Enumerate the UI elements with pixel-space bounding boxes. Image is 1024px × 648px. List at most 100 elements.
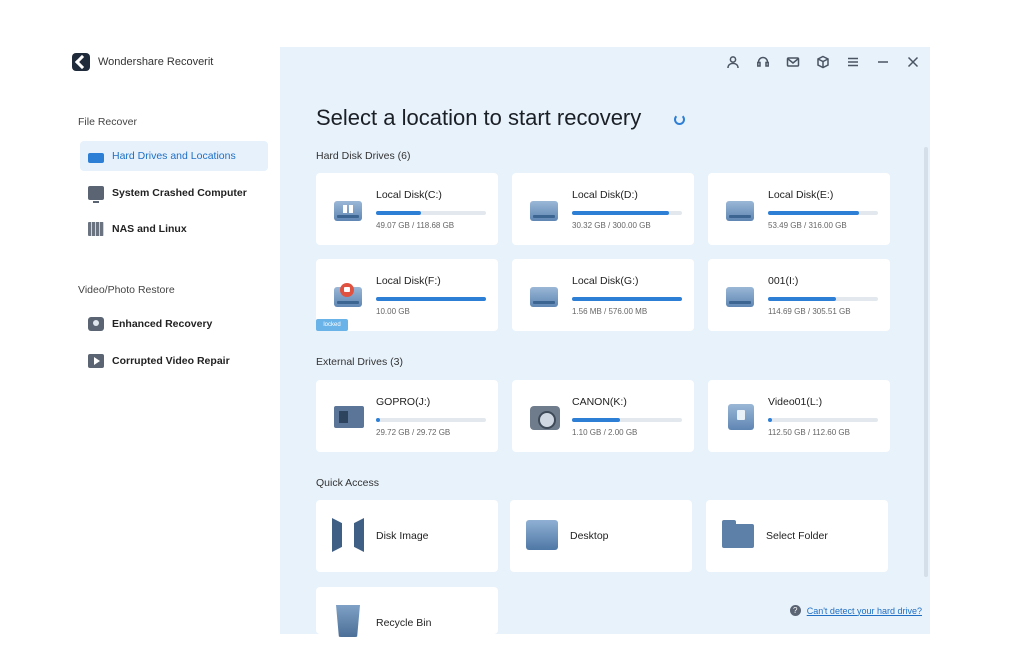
drive-name: Local Disk(C:) [376, 189, 442, 201]
video-repair-icon [88, 354, 104, 368]
drive-card-i[interactable]: 001(I:) 114.69 GB / 305.51 GB [708, 259, 890, 331]
quick-access-select-folder[interactable]: Select Folder [706, 500, 888, 572]
hard-disk-drives-title: Hard Disk Drives (6) [316, 150, 411, 162]
mail-icon[interactable] [784, 53, 802, 71]
usage-bar [572, 211, 682, 215]
monitor-icon [88, 186, 104, 203]
main-panel: Select a location to start recovery Hard… [280, 47, 930, 637]
quick-access-label: Disk Image [376, 530, 429, 542]
usage-bar [376, 418, 486, 422]
disk-image-icon [332, 518, 364, 546]
usage-bar-fill [768, 297, 837, 301]
quick-access-label: Recycle Bin [376, 617, 432, 629]
hard-drive-icon [332, 195, 364, 223]
drive-size: 30.32 GB / 300.00 GB [572, 221, 651, 230]
app-brand: Wondershare Recoverit [72, 52, 213, 72]
usb-drive-icon [724, 402, 756, 430]
drive-card-gopro[interactable]: GOPRO(J:) 29.72 GB / 29.72 GB [316, 380, 498, 452]
sidebar-item-system-crashed[interactable]: System Crashed Computer [80, 178, 268, 208]
drive-name: Local Disk(E:) [768, 189, 834, 201]
drive-card-g[interactable]: Local Disk(G:) 1.56 MB / 576.00 MB [512, 259, 694, 331]
drive-name: CANON(K:) [572, 396, 627, 408]
usage-bar [768, 297, 878, 301]
recycle-bin-icon [332, 605, 364, 637]
sidebar: Wondershare Recoverit File Recover Hard … [60, 44, 280, 634]
quick-access-recycle-bin[interactable]: Recycle Bin [316, 587, 498, 637]
app-name: Wondershare Recoverit [98, 56, 214, 68]
section-title-file-recover: File Recover [78, 116, 137, 128]
action-camera-icon [332, 402, 364, 430]
drive-size: 10.00 GB [376, 307, 410, 316]
drive-size: 112.50 GB / 112.60 GB [768, 428, 850, 437]
usage-bar [768, 211, 878, 215]
usage-bar [572, 297, 682, 301]
sidebar-item-label: Hard Drives and Locations [112, 150, 236, 162]
scrollbar[interactable] [924, 147, 928, 577]
drive-name: Local Disk(G:) [572, 275, 639, 287]
quick-access-desktop[interactable]: Desktop [510, 500, 692, 572]
drive-card-e[interactable]: Local Disk(E:) 53.49 GB / 316.00 GB [708, 173, 890, 245]
drive-card-d[interactable]: Local Disk(D:) 30.32 GB / 300.00 GB [512, 173, 694, 245]
lock-icon [340, 283, 354, 297]
page-title: Select a location to start recovery [316, 105, 642, 130]
usage-bar [376, 297, 486, 301]
folder-icon [722, 518, 754, 548]
drive-name: Local Disk(F:) [376, 275, 441, 287]
cube-icon[interactable] [814, 53, 832, 71]
sidebar-item-label: System Crashed Computer [112, 187, 247, 199]
window-toolbar [724, 53, 922, 71]
usage-bar-fill [376, 297, 486, 301]
usage-bar-fill [376, 211, 422, 215]
section-title-video-photo: Video/Photo Restore [78, 284, 175, 296]
drive-size: 29.72 GB / 29.72 GB [376, 428, 451, 437]
drive-card-c[interactable]: Local Disk(C:) 49.07 GB / 118.68 GB [316, 173, 498, 245]
drive-size: 49.07 GB / 118.68 GB [376, 221, 455, 230]
sidebar-item-hard-drives[interactable]: Hard Drives and Locations [80, 141, 268, 171]
cant-detect-drive-link[interactable]: ? Can't detect your hard drive? [789, 605, 922, 616]
quick-access-disk-image[interactable]: Disk Image [316, 500, 498, 572]
drive-size: 1.10 GB / 2.00 GB [572, 428, 638, 437]
help-icon: ? [789, 605, 801, 616]
drive-card-canon[interactable]: CANON(K:) 1.10 GB / 2.00 GB [512, 380, 694, 452]
recoverit-window: Wondershare Recoverit File Recover Hard … [60, 44, 930, 637]
usage-bar [572, 418, 682, 422]
hard-drive-icon [724, 195, 756, 223]
drive-size: 53.49 GB / 316.00 GB [768, 221, 847, 230]
hard-drive-icon [88, 153, 104, 163]
refresh-icon[interactable] [674, 114, 685, 125]
sidebar-item-label: Enhanced Recovery [112, 318, 213, 330]
drive-name: GOPRO(J:) [376, 396, 431, 408]
usage-bar [376, 211, 486, 215]
locked-tag: locked [316, 319, 348, 331]
help-link-text: Can't detect your hard drive? [806, 605, 922, 616]
usage-bar-fill [768, 418, 773, 422]
drive-card-f[interactable]: locked Local Disk(F:) 10.00 GB [316, 259, 498, 331]
usage-bar-fill [376, 418, 381, 422]
close-icon[interactable] [904, 53, 922, 71]
sidebar-item-enhanced-recovery[interactable]: Enhanced Recovery [80, 309, 268, 339]
drive-card-video01[interactable]: Video01(L:) 112.50 GB / 112.60 GB [708, 380, 890, 452]
minimize-icon[interactable] [874, 53, 892, 71]
locked-drive-icon [332, 281, 364, 309]
quick-access-title: Quick Access [316, 477, 380, 489]
hard-drive-icon [528, 195, 560, 223]
quick-access-label: Desktop [570, 530, 609, 542]
drive-name: Video01(L:) [768, 396, 823, 408]
support-icon[interactable] [754, 53, 772, 71]
usage-bar-fill [572, 297, 682, 301]
user-icon[interactable] [724, 53, 742, 71]
desktop-icon [526, 518, 558, 550]
hard-drive-icon [724, 281, 756, 309]
usage-bar [768, 418, 878, 422]
recoverit-logo-icon [72, 53, 90, 71]
sidebar-item-nas-linux[interactable]: NAS and Linux [80, 214, 268, 244]
camera-icon [528, 402, 560, 430]
nas-icon [88, 222, 104, 236]
external-drives-title: External Drives (3) [316, 356, 403, 368]
menu-icon[interactable] [844, 53, 862, 71]
drive-name: Local Disk(D:) [572, 189, 638, 201]
usage-bar-fill [572, 418, 621, 422]
hard-drive-icon [528, 281, 560, 309]
sidebar-item-video-repair[interactable]: Corrupted Video Repair [80, 346, 268, 376]
camera-icon [88, 317, 104, 331]
